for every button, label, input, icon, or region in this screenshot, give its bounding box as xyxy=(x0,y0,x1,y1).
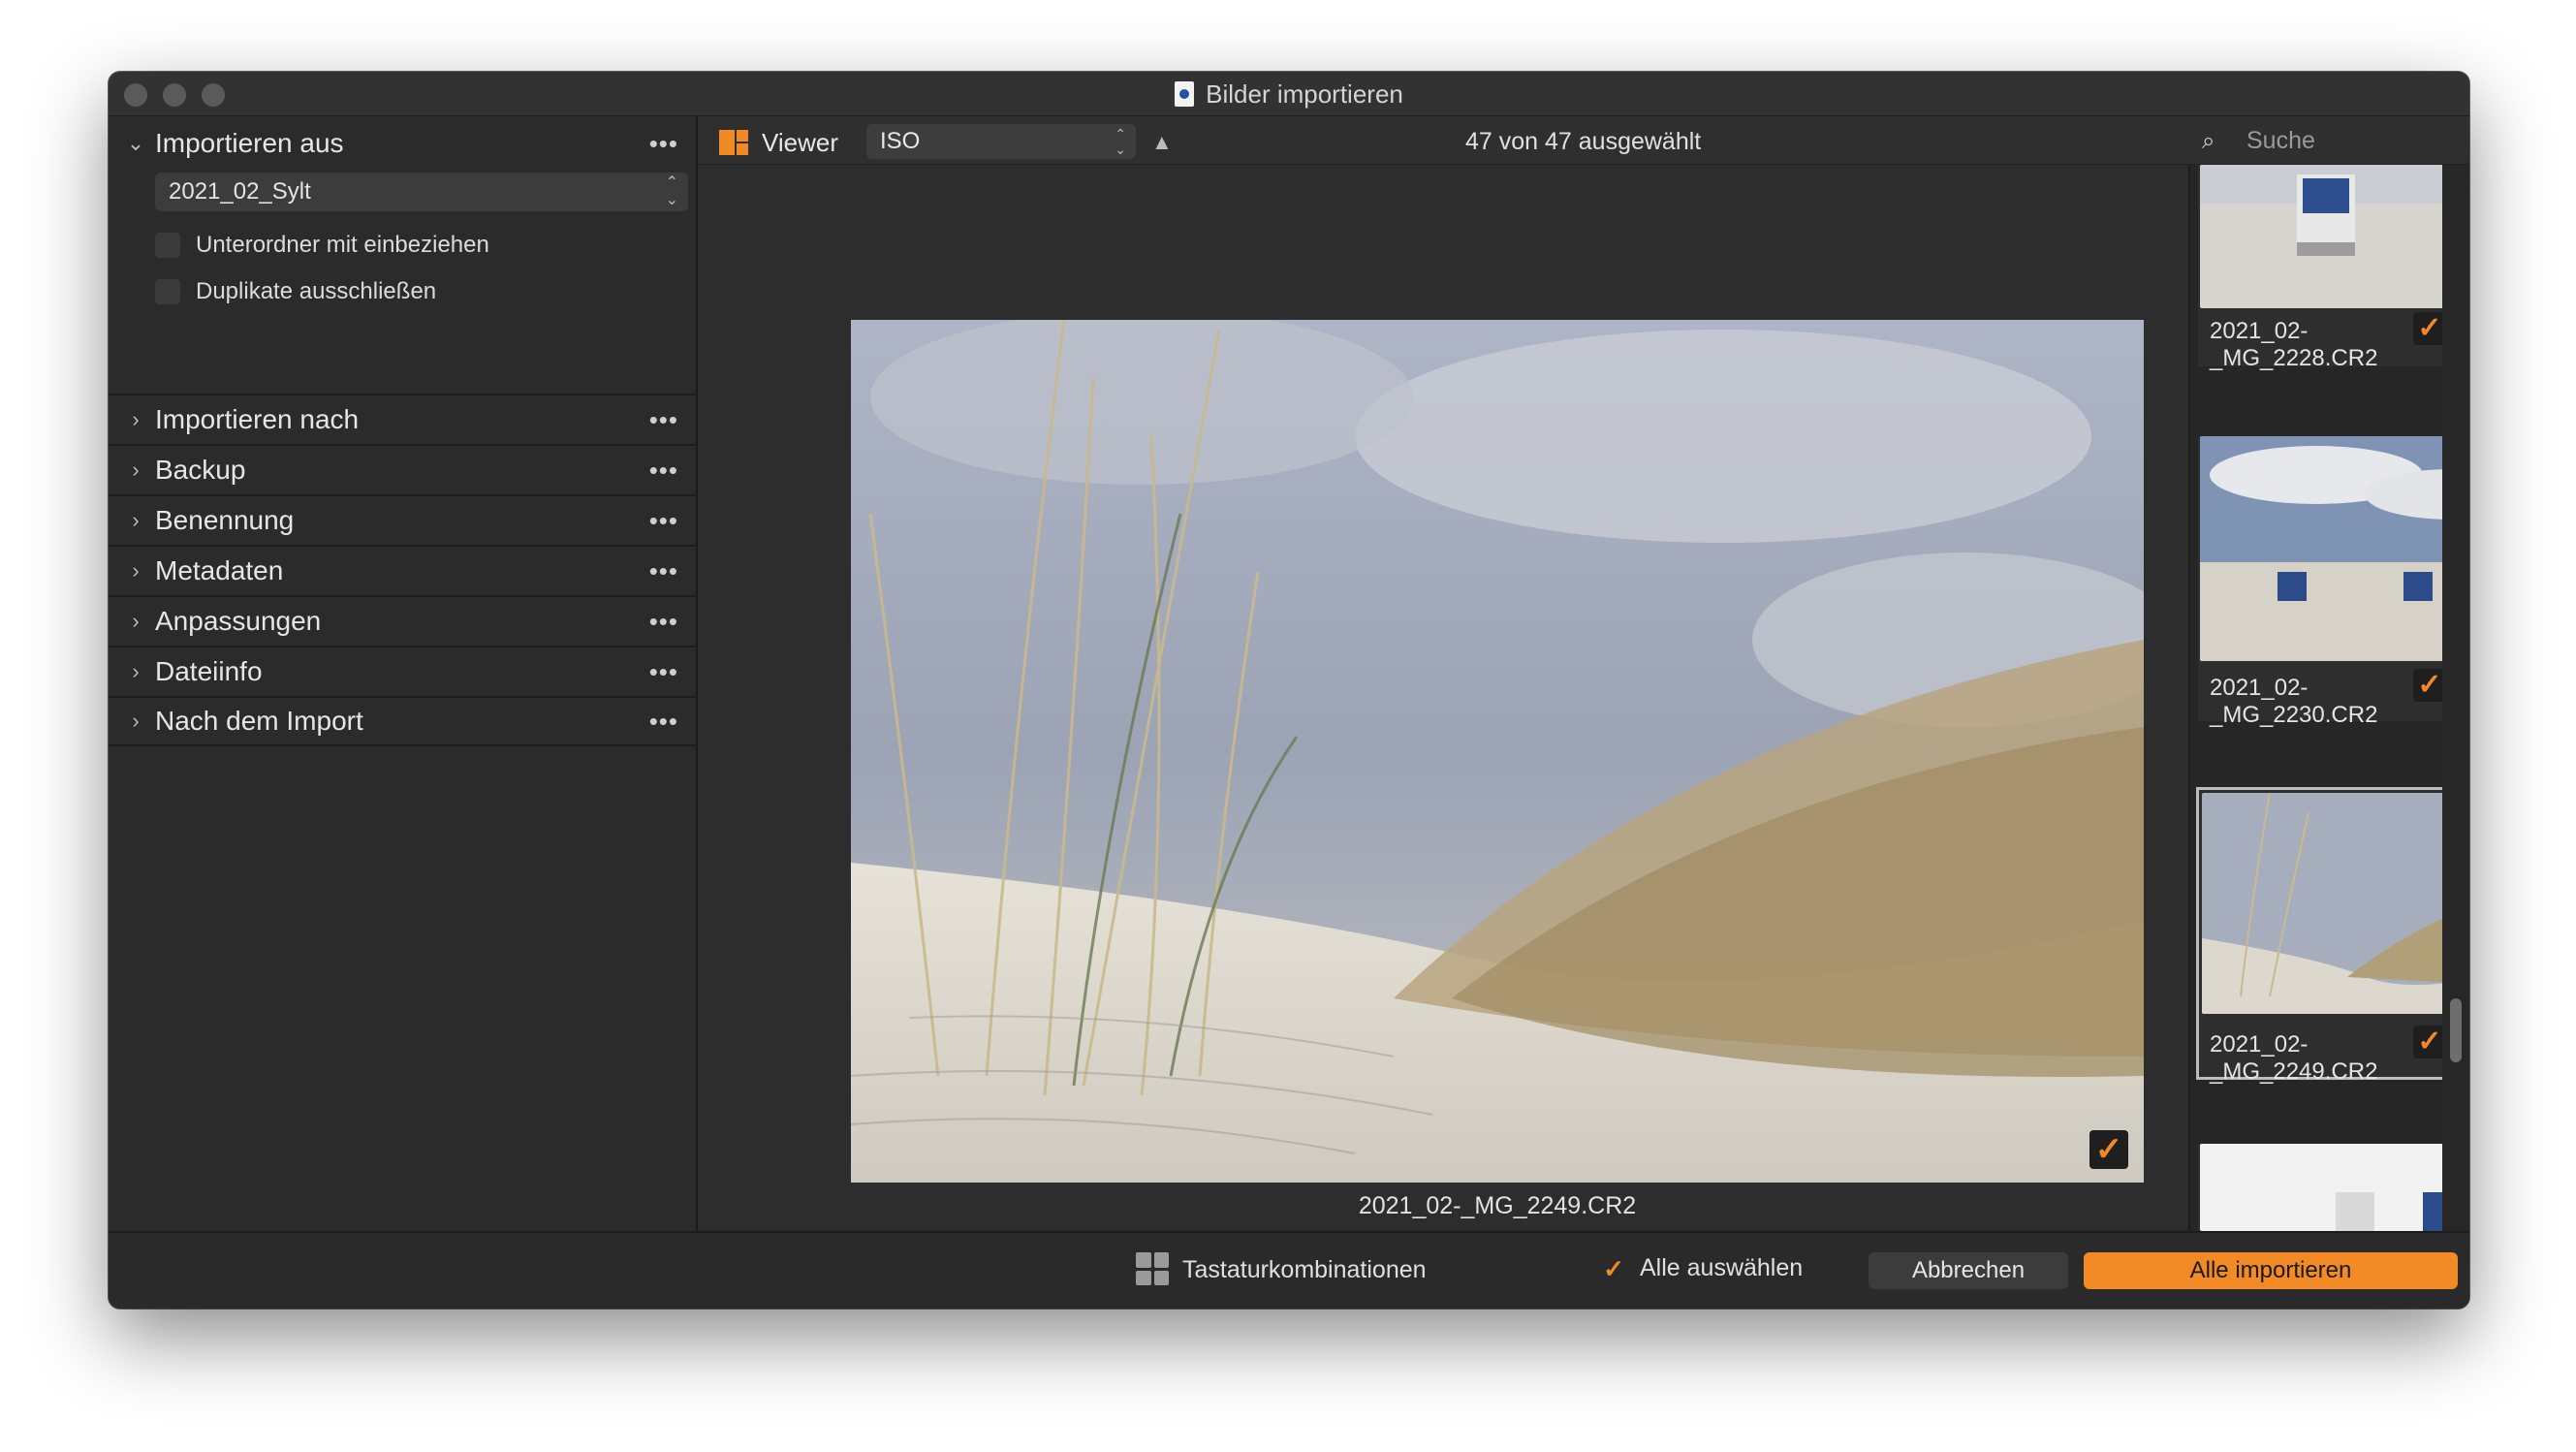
updown-chevron-icon: ⌃ ⌄ xyxy=(665,174,678,208)
thumbnail-item-active[interactable]: 2021_02-_MG_2249.CR2 ✓ xyxy=(2196,787,2469,1085)
import-settings-panel: ⌄ Importieren aus ••• 2021_02_Sylt ⌃ ⌄ Un… xyxy=(109,116,698,1231)
thumbnail-image[interactable] xyxy=(2202,793,2469,1014)
viewer-layout-icon[interactable] xyxy=(719,130,748,155)
thumbnail-checkmark-icon[interactable]: ✓ xyxy=(2413,1026,2446,1058)
thumbnail-item[interactable]: 2021_02-_MG_2228.CR2 ✓ xyxy=(2198,165,2469,371)
section-label: Nach dem Import xyxy=(155,706,363,736)
more-options-icon[interactable]: ••• xyxy=(649,131,678,156)
section-after-import[interactable]: › Nach dem Import ••• xyxy=(109,696,696,746)
window-title: Bilder importieren xyxy=(1206,79,1403,109)
more-options-icon[interactable]: ••• xyxy=(649,458,678,483)
section-label: Benennung xyxy=(155,505,295,535)
section-label: Importieren nach xyxy=(155,404,360,434)
source-folder-select[interactable]: 2021_02_Sylt ⌃ ⌄ xyxy=(155,173,688,211)
exclude-duplicates-checkbox[interactable] xyxy=(155,279,180,304)
sort-select[interactable]: ISO ⌃ ⌄ xyxy=(866,124,1136,159)
source-folder-value: 2021_02_Sylt xyxy=(169,178,311,205)
section-import-from[interactable]: ⌄ Importieren aus ••• xyxy=(109,116,696,171)
section-label: Metadaten xyxy=(155,555,284,585)
scrollbar-thumb[interactable] xyxy=(2450,998,2462,1062)
document-icon xyxy=(1175,81,1195,107)
more-options-icon[interactable]: ••• xyxy=(649,609,678,634)
exclude-duplicates-option[interactable]: Duplikate ausschließen xyxy=(155,275,436,308)
thumbnail-checkmark-icon[interactable]: ✓ xyxy=(2413,669,2446,702)
search-box[interactable]: ⌕ ••• xyxy=(2192,122,2469,159)
viewer-label[interactable]: Viewer xyxy=(762,128,838,158)
updown-chevron-icon: ⌃ ⌄ xyxy=(1115,126,1126,157)
thumbnail-image[interactable] xyxy=(2200,165,2469,308)
chevron-right-icon[interactable]: › xyxy=(124,458,147,482)
exclude-duplicates-label: Duplikate ausschließen xyxy=(196,278,437,304)
viewer-toolbar: Viewer ISO ⌃⌄ ▲ 47 von 47 ausgewählt ⌕ •… xyxy=(700,116,2469,165)
beach-chairs-photo xyxy=(2200,436,2469,661)
more-options-icon[interactable]: ••• xyxy=(649,659,678,684)
include-subfolders-checkbox[interactable] xyxy=(155,233,180,258)
more-options-icon[interactable]: ••• xyxy=(649,407,678,432)
main-preview-image[interactable]: ✓ xyxy=(851,320,2144,1183)
thumbnail-strip: 2021_02-_MG_2228.CR2 ✓ 2021_02-_MG_2230.… xyxy=(2188,165,2469,1231)
keyboard-shortcuts-link[interactable]: Tastaturkombinationen xyxy=(1182,1256,1427,1284)
dune-grass-photo xyxy=(851,320,2144,1183)
thumbnail-image[interactable] xyxy=(2200,1144,2469,1231)
bottom-bar: Tastaturkombinationen ✓ Alle auswählen A… xyxy=(109,1231,2469,1309)
section-backup[interactable]: › Backup ••• xyxy=(109,444,696,494)
preview-filename: 2021_02-_MG_2249.CR2 xyxy=(1358,1192,1637,1219)
viewer-area: ✓ 2021_02-_MG_2249.CR2 xyxy=(700,165,2188,1231)
search-input[interactable] xyxy=(2246,122,2469,159)
chevron-right-icon[interactable]: › xyxy=(124,559,147,583)
title-bar: Bilder importieren xyxy=(109,72,2469,116)
thumbnail-item[interactable]: 2021_02-_MG_2230.CR2 ✓ xyxy=(2198,436,2469,728)
snow-chairs-photo xyxy=(2200,1144,2469,1231)
section-label: Importieren aus xyxy=(155,128,344,158)
section-import-to[interactable]: › Importieren nach ••• xyxy=(109,394,696,444)
thumbnail-image[interactable] xyxy=(2200,436,2469,661)
section-label: Anpassungen xyxy=(155,606,322,636)
section-adjustments[interactable]: › Anpassungen ••• xyxy=(109,595,696,646)
select-all-label[interactable]: Alle auswählen xyxy=(1640,1254,1803,1282)
section-metadata[interactable]: › Metadaten ••• xyxy=(109,545,696,595)
include-subfolders-label: Unterordner mit einbeziehen xyxy=(196,232,489,258)
more-options-icon[interactable]: ••• xyxy=(649,709,678,734)
cancel-button[interactable]: Abbrechen xyxy=(1869,1252,2068,1289)
keyboard-shortcuts-icon[interactable] xyxy=(1136,1252,1169,1285)
section-label: Backup xyxy=(155,455,246,485)
import-all-button[interactable]: Alle importieren xyxy=(2084,1252,2458,1289)
chevron-right-icon[interactable]: › xyxy=(124,509,147,532)
import-window: Bilder importieren ⌄ Importieren aus •••… xyxy=(109,72,2469,1309)
thumbnail-checkmark-icon[interactable]: ✓ xyxy=(2413,312,2446,345)
section-file-info[interactable]: › Dateiinfo ••• xyxy=(109,646,696,696)
chevron-right-icon[interactable]: › xyxy=(124,660,147,683)
include-subfolders-option[interactable]: Unterordner mit einbeziehen xyxy=(155,229,489,262)
selected-checkmark-icon[interactable]: ✓ xyxy=(2089,1130,2128,1169)
collapsed-sections: › Importieren nach ••• › Backup ••• › Be… xyxy=(109,394,696,746)
dune-grass-thumbnail xyxy=(2202,793,2469,1014)
thumbnail-scrollbar[interactable] xyxy=(2442,165,2469,1231)
thumbnail-item[interactable] xyxy=(2198,1144,2469,1231)
select-all-checkbox[interactable]: ✓ xyxy=(1601,1256,1626,1281)
sort-direction-icon[interactable]: ▲ xyxy=(1151,130,1173,155)
title-wrap: Bilder importieren xyxy=(109,72,2469,116)
beach-chair-photo xyxy=(2200,165,2469,308)
chevron-right-icon[interactable]: › xyxy=(124,408,147,431)
chevron-right-icon[interactable]: › xyxy=(124,610,147,633)
more-options-icon[interactable]: ••• xyxy=(649,508,678,533)
section-label: Dateiinfo xyxy=(155,656,263,686)
search-icon[interactable]: ⌕ xyxy=(2202,128,2215,155)
selection-count: 47 von 47 ausgewählt xyxy=(1465,128,1702,155)
chevron-down-icon[interactable]: ⌄ xyxy=(124,132,147,155)
more-options-icon[interactable]: ••• xyxy=(649,558,678,584)
sort-value: ISO xyxy=(880,128,921,154)
section-naming[interactable]: › Benennung ••• xyxy=(109,494,696,545)
chevron-right-icon[interactable]: › xyxy=(124,710,147,733)
